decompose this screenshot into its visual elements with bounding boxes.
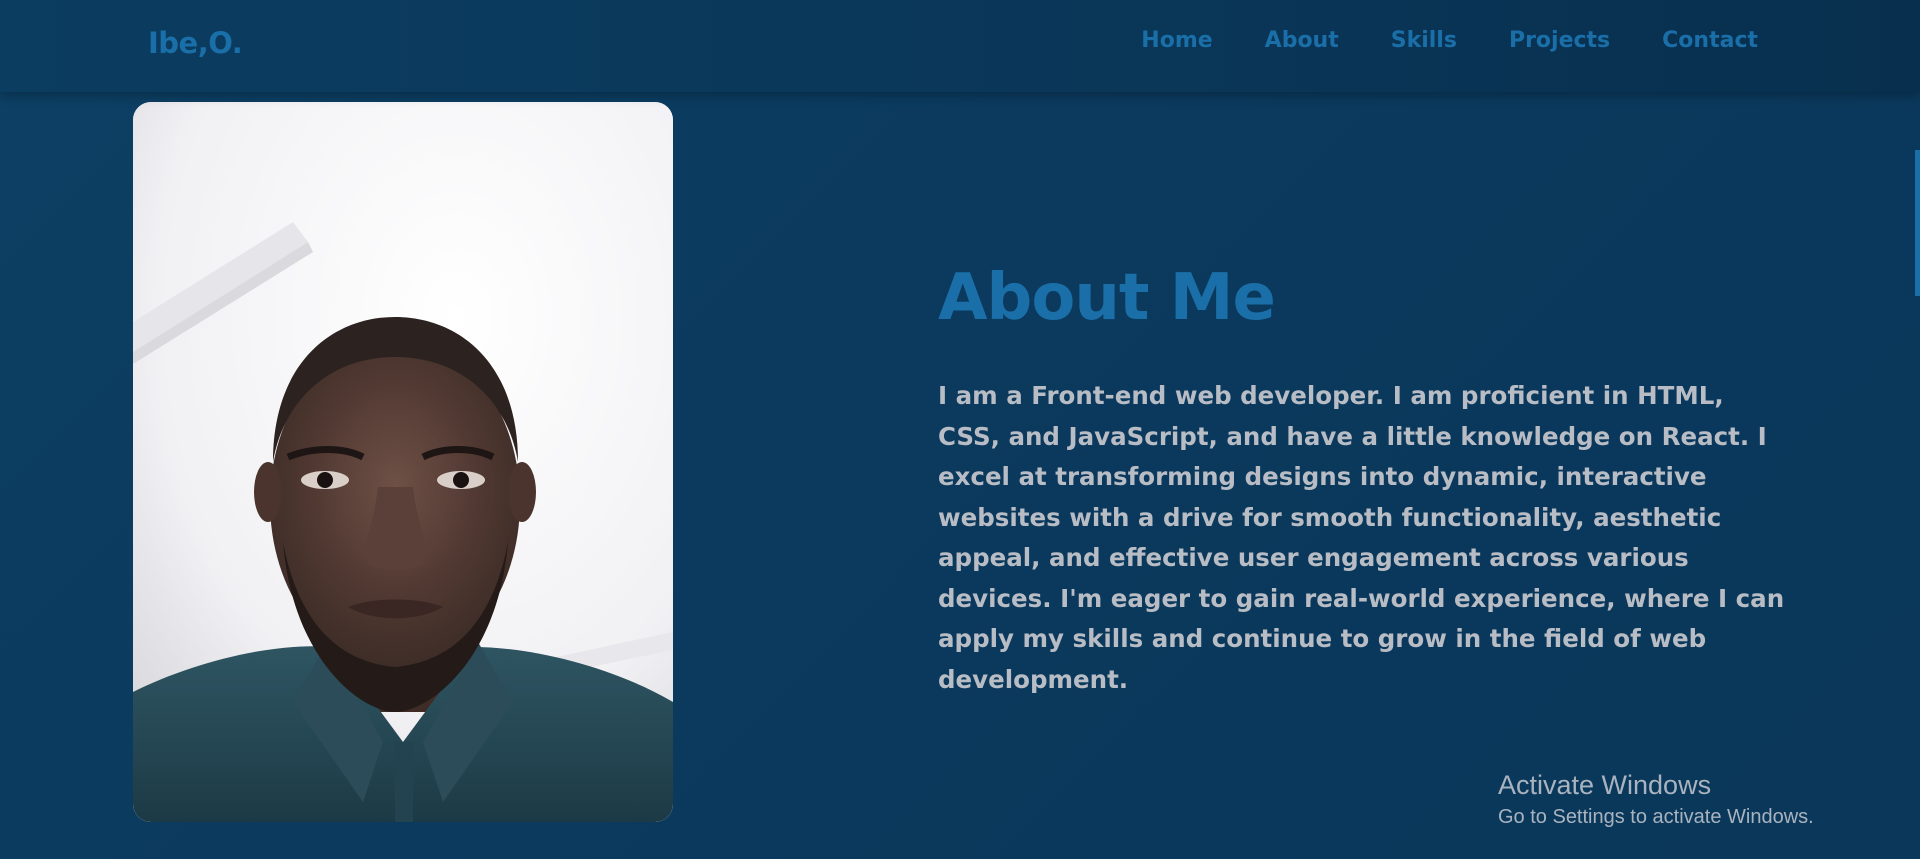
about-section: About Me I am a Front-end web developer.… — [938, 266, 1788, 700]
nav-link-about[interactable]: About — [1265, 28, 1339, 53]
nav-link-home[interactable]: Home — [1141, 28, 1212, 53]
nav-link-projects[interactable]: Projects — [1509, 28, 1610, 53]
site-logo[interactable]: Ibe,O. — [148, 26, 243, 60]
about-title: About Me — [938, 261, 1276, 335]
profile-photo — [133, 102, 673, 822]
about-description: I am a Front-end web developer. I am pro… — [938, 381, 1785, 694]
nav-link-skills[interactable]: Skills — [1391, 28, 1457, 53]
scroll-indicator[interactable] — [1915, 150, 1920, 296]
activate-windows-title: Activate Windows — [1498, 770, 1712, 800]
profile-photo-illustration — [133, 102, 673, 822]
activate-windows-watermark: Activate Windows Go to Settings to activ… — [1498, 768, 1814, 832]
navbar: Ibe,O. Home About Skills Projects Contac… — [0, 0, 1920, 92]
nav-links: Home About Skills Projects Contact — [1141, 28, 1758, 53]
activate-windows-subtitle: Go to Settings to activate Windows. — [1498, 806, 1814, 828]
nav-link-contact[interactable]: Contact — [1662, 28, 1758, 53]
